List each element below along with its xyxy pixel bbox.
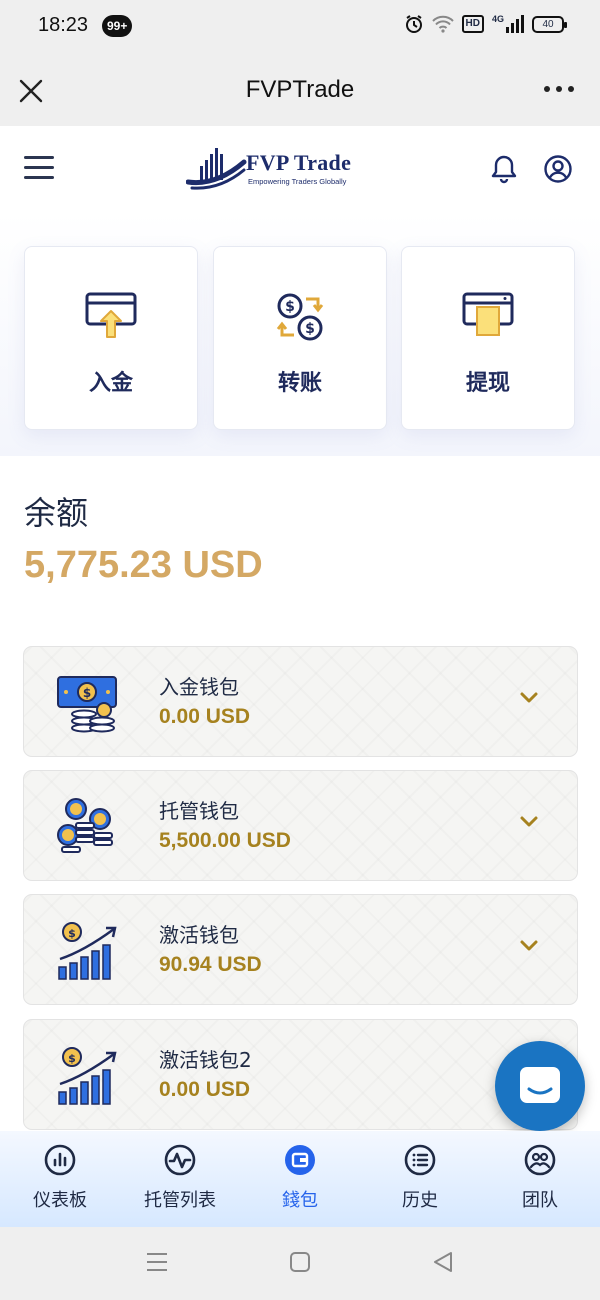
battery-icon: 40	[532, 15, 567, 33]
brand-logo[interactable]: FVP Trade Empowering Traders Globally	[186, 144, 366, 194]
wallet-card-activation-2[interactable]: $ 激活钱包2 0.00 USD	[23, 1019, 578, 1130]
nav-item-custody-list[interactable]: 托管列表	[120, 1131, 240, 1227]
logo-tagline: Empowering Traders Globally	[248, 177, 347, 186]
system-navigation-bar	[0, 1227, 600, 1300]
svg-text:$: $	[305, 321, 315, 337]
withdraw-label: 提现	[465, 371, 510, 396]
wallet-card-activation[interactable]: $ 激活钱包 90.94 USD	[23, 894, 578, 1005]
transfer-icon: $$	[276, 293, 324, 341]
wallet-amount: 5,500.00 USD	[159, 829, 291, 852]
withdraw-icon	[462, 292, 514, 336]
wallet-amount: 0.00 USD	[159, 1078, 251, 1101]
coins-icon	[57, 798, 113, 853]
menu-icon[interactable]	[24, 156, 54, 180]
chevron-down-icon[interactable]	[519, 815, 539, 829]
wallet-icon	[285, 1145, 315, 1175]
app-header: FVP Trade Empowering Traders Globally	[0, 126, 600, 212]
network-type: 4G	[491, 14, 504, 24]
activity-icon	[164, 1144, 196, 1176]
webview-title-bar: FVPTrade	[0, 54, 600, 126]
signal-icon: 4G	[492, 15, 524, 33]
nav-item-wallet[interactable]: 錢包	[240, 1131, 360, 1227]
wallet-name: 托管钱包	[159, 799, 239, 823]
wallet-name: 入金钱包	[159, 675, 239, 699]
home-icon[interactable]	[289, 1251, 311, 1273]
webview-title: FVPTrade	[245, 76, 355, 103]
dashboard-icon	[44, 1144, 76, 1176]
svg-text:$: $	[68, 1052, 76, 1065]
wifi-icon	[431, 15, 454, 33]
nav-label: 团队	[522, 1190, 558, 1211]
balance-title: 余额	[24, 494, 89, 532]
cash-icon: $	[57, 676, 117, 733]
quick-actions: 入金 $ $ 转账 提现	[0, 212, 600, 456]
bell-icon[interactable]	[490, 154, 518, 184]
nav-label: 托管列表	[144, 1190, 216, 1211]
status-icons: HD 4G 40	[404, 14, 567, 34]
chevron-down-icon[interactable]	[519, 691, 539, 705]
wallet-amount: 0.00 USD	[159, 705, 251, 728]
chat-support-button[interactable]	[495, 1041, 585, 1131]
back-icon[interactable]	[432, 1251, 454, 1273]
wallet-name: 激活钱包	[159, 923, 239, 947]
svg-text:$: $	[83, 686, 91, 700]
chevron-down-icon[interactable]	[519, 939, 539, 953]
wallet-amount: 90.94 USD	[159, 953, 262, 976]
withdraw-button[interactable]: 提现	[401, 246, 575, 430]
growth-icon: $	[58, 1047, 117, 1105]
logo-mark-icon	[186, 148, 247, 190]
status-time: 18:23	[38, 14, 89, 36]
balance-value: 5,775.23 USD	[24, 544, 263, 586]
deposit-label: 入金	[88, 371, 133, 396]
status-bar: 18:23 99+ HD 4G 40	[0, 0, 600, 54]
transfer-label: 转账	[277, 371, 322, 396]
more-options-icon[interactable]	[544, 86, 574, 92]
nav-item-history[interactable]: 历史	[360, 1131, 480, 1227]
alarm-icon	[405, 15, 422, 33]
bottom-navigation: 仪表板 托管列表 錢包 历史 团队	[0, 1131, 600, 1227]
svg-text:$: $	[68, 927, 76, 940]
wallet-name: 激活钱包2	[159, 1048, 252, 1072]
wallet-card-deposit[interactable]: $ 入金钱包 0.00 USD	[23, 646, 578, 757]
notification-count-badge: 99+	[102, 15, 133, 37]
svg-text:$: $	[285, 299, 295, 315]
deposit-button[interactable]: 入金	[24, 246, 198, 430]
recent-apps-icon[interactable]	[146, 1251, 168, 1273]
nav-label: 錢包	[282, 1190, 318, 1211]
user-profile-icon[interactable]	[543, 154, 573, 184]
team-icon	[524, 1144, 556, 1176]
hd-voice-icon: HD	[461, 15, 484, 33]
deposit-icon	[85, 292, 137, 338]
logo-name: FVP Trade	[246, 150, 352, 175]
chat-icon	[520, 1067, 560, 1103]
wallet-card-custody[interactable]: 托管钱包 5,500.00 USD	[23, 770, 578, 881]
nav-item-dashboard[interactable]: 仪表板	[0, 1131, 120, 1227]
nav-label: 历史	[402, 1190, 438, 1211]
transfer-button[interactable]: $ $ 转账	[213, 246, 387, 430]
nav-item-team[interactable]: 团队	[480, 1131, 600, 1227]
nav-label: 仪表板	[33, 1190, 87, 1211]
list-icon	[404, 1144, 436, 1176]
growth-icon: $	[58, 922, 117, 980]
